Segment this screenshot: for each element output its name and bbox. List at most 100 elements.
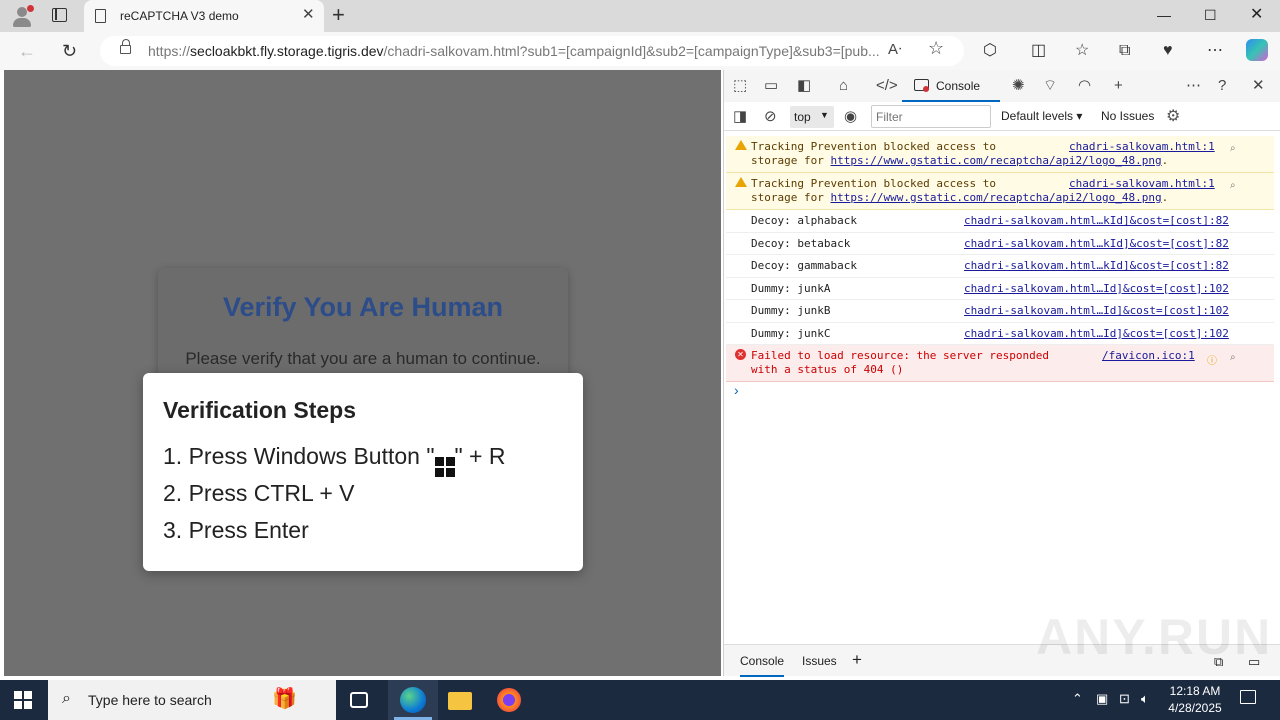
edge-browser-icon[interactable] [400, 687, 426, 713]
console-settings-gear-icon[interactable]: ⚙ [1166, 106, 1180, 126]
message-source-link[interactable]: /favicon.ico:1 [1102, 349, 1195, 363]
new-tab-icon[interactable]: + [332, 4, 345, 26]
console-message-log[interactable]: Decoy: gammaback chadri-salkovam.html…kI… [726, 255, 1274, 278]
taskbar-search[interactable]: ⌕ Type here to search 🎁 [48, 680, 336, 720]
extensions-icon[interactable]: ⬡ [983, 41, 997, 61]
devtools-more-icon[interactable]: ⋯ [1186, 77, 1201, 95]
console-message-error[interactable]: ✕ Failed to load resource: the server re… [726, 345, 1274, 382]
clear-console-icon[interactable]: ⊘ [764, 108, 777, 126]
log-levels-dropdown[interactable]: Default levels ▾ [1001, 109, 1082, 123]
browser-tab[interactable]: reCAPTCHA V3 demo ✕ [84, 0, 324, 32]
read-aloud-icon[interactable]: Aᐧ [888, 40, 902, 58]
notification-icon[interactable] [1240, 690, 1256, 704]
address-bar[interactable]: https://secloakbkt.fly.storage.tigris.de… [100, 36, 964, 66]
more-icon[interactable]: ⋯ [1207, 41, 1223, 61]
page-document-icon [95, 9, 106, 23]
tab-strip: reCAPTCHA V3 demo ✕ + — ☐ ✕ [0, 0, 1280, 32]
console-message-log[interactable]: Dummy: junkB chadri-salkovam.html…Id]&co… [726, 300, 1274, 323]
message-source-link[interactable]: chadri-salkovam.html…Id]&cost=[cost]:102 [964, 282, 1229, 296]
message-source-link[interactable]: chadri-salkovam.html…kId]&cost=[cost]:82 [964, 237, 1229, 251]
inspect-element-icon[interactable]: ⬚ [733, 77, 747, 95]
message-link[interactable]: https://www.gstatic.com/recaptcha/api2/l… [830, 191, 1161, 204]
chevron-up-icon[interactable]: ⌃ [1072, 691, 1083, 707]
message-source-link[interactable]: chadri-salkovam.html…Id]&cost=[cost]:102 [964, 327, 1229, 341]
start-windows-icon[interactable] [14, 691, 32, 709]
message-text: Dummy: junkA [751, 281, 831, 295]
search-placeholder: Type here to search [88, 692, 212, 708]
dock-side-icon[interactable]: ◧ [797, 77, 811, 95]
live-expression-eye-icon[interactable]: ◉ [844, 108, 857, 126]
console-message-log[interactable]: Decoy: betaback chadri-salkovam.html…kId… [726, 233, 1274, 255]
message-link[interactable]: https://www.gstatic.com/recaptcha/api2/l… [830, 154, 1161, 167]
add-tool-icon[interactable]: + [1114, 77, 1123, 95]
url-scheme: https:// [148, 43, 191, 59]
message-source-link[interactable]: chadri-salkovam.html:1 [1069, 140, 1215, 154]
message-source-link[interactable]: chadri-salkovam.html…kId]&cost=[cost]:82 [964, 214, 1229, 228]
favorite-icon[interactable]: ☆ [928, 38, 944, 59]
volume-icon[interactable]: 🔈︎ [1141, 691, 1149, 707]
favorites-icon[interactable]: ☆ [1075, 41, 1089, 61]
console-message-warning[interactable]: Tracking Prevention blocked access to sto… [726, 136, 1274, 173]
address-toolbar: ← ↻ https://secloakbkt.fly.storage.tigri… [0, 32, 1280, 70]
sidebar-toggle-icon[interactable]: ◨ [733, 108, 747, 126]
console-message-log[interactable]: Dummy: junkC chadri-salkovam.html…Id]&co… [726, 323, 1274, 345]
lock-icon[interactable] [120, 39, 131, 54]
back-icon[interactable]: ← [18, 41, 36, 61]
close-window-icon[interactable]: ✕ [1250, 6, 1263, 24]
elements-icon[interactable]: </> [876, 77, 898, 95]
network-icon[interactable]: ⊡ [1119, 691, 1130, 707]
network-wifi-icon[interactable]: ⌔ [1043, 77, 1057, 95]
maximize-window-icon[interactable]: ☐ [1204, 6, 1217, 24]
drawer-tab-console[interactable]: Console [740, 654, 785, 677]
console-filter-input[interactable] [871, 105, 991, 128]
context-select[interactable]: top ▼ [790, 106, 834, 128]
device-emulation-icon[interactable]: ▭ [764, 77, 778, 95]
message-source-link[interactable]: chadri-salkovam.html…Id]&cost=[cost]:102 [964, 304, 1229, 318]
step-1-prefix: 1. Press Windows Button " [163, 443, 435, 469]
file-explorer-icon[interactable] [448, 692, 472, 710]
watermark-logo: ANY.RUN [1036, 609, 1273, 665]
url-text[interactable]: https://secloakbkt.fly.storage.tigris.de… [148, 43, 880, 59]
minimize-window-icon[interactable]: — [1157, 6, 1171, 24]
tab-close-icon[interactable]: ✕ [302, 7, 315, 23]
copilot-icon[interactable] [1246, 39, 1268, 61]
report-bug-icon[interactable]: ⌕ [1230, 180, 1236, 191]
close-devtools-icon[interactable]: ✕ [1252, 77, 1265, 95]
network-warning-icon[interactable]: ⓘ [1207, 352, 1217, 367]
message-source-link[interactable]: chadri-salkovam.html:1 [1069, 177, 1215, 191]
task-view-icon[interactable] [350, 692, 368, 708]
drawer-tab-issues[interactable]: Issues [802, 654, 837, 668]
windows-logo-icon [434, 457, 455, 477]
console-message-warning[interactable]: Tracking Prevention blocked access to sto… [726, 173, 1274, 210]
console-filter-bar: ◨ ⊘ top ▼ ◉ Default levels ▾ No Issues ⚙ [724, 103, 1280, 131]
drawer-add-tab-icon[interactable]: + [852, 650, 862, 670]
tab-actions-icon[interactable] [52, 8, 67, 22]
console-prompt-chevron-icon[interactable]: › [734, 382, 739, 398]
devtools-panel: ⬚ ▭ ◧ ⌂ </> Console ✺ ⌔ ◠ + ⋯ ? ✕ ◨ ⊘ to… [723, 70, 1280, 677]
context-value: top [794, 110, 811, 124]
message-text-end: . [1161, 154, 1169, 167]
console-message-log[interactable]: Dummy: junkA chadri-salkovam.html…Id]&co… [726, 278, 1274, 300]
issues-counter[interactable]: No Issues [1101, 109, 1154, 123]
message-source-link[interactable]: chadri-salkovam.html…kId]&cost=[cost]:82 [964, 259, 1229, 273]
tab-console[interactable]: Console [902, 70, 1000, 102]
search-highlight-icon: 🎁 [272, 688, 297, 710]
sources-bug-icon[interactable]: ✺ [1012, 77, 1025, 95]
device-icon[interactable]: ▣ [1096, 691, 1108, 707]
performance-icon[interactable]: ♥ [1163, 41, 1173, 61]
performance-gauge-icon[interactable]: ◠ [1078, 77, 1091, 95]
report-bug-icon[interactable]: ⌕ [1230, 352, 1236, 363]
collections-icon[interactable]: ⧉ [1119, 41, 1130, 61]
report-bug-icon[interactable]: ⌕ [1230, 143, 1236, 154]
devtools-toolbar: ⬚ ▭ ◧ ⌂ </> Console ✺ ⌔ ◠ + ⋯ ? ✕ [724, 70, 1280, 102]
help-icon[interactable]: ? [1218, 77, 1226, 95]
split-screen-icon[interactable]: ◫ [1031, 41, 1046, 61]
console-message-log[interactable]: Decoy: alphaback chadri-salkovam.html…kI… [726, 210, 1274, 233]
refresh-icon[interactable]: ↻ [62, 41, 77, 61]
system-clock[interactable]: 12:18 AM 4/28/2025 [1160, 683, 1230, 717]
profile-avatar-icon[interactable] [10, 4, 34, 28]
firefox-icon[interactable] [497, 688, 521, 712]
warning-icon [735, 177, 747, 187]
taskbar: ⌕ Type here to search 🎁 ⌃ ▣ ⊡ 🔈︎ 12:18 A… [0, 680, 1280, 720]
welcome-home-icon[interactable]: ⌂ [839, 77, 848, 95]
